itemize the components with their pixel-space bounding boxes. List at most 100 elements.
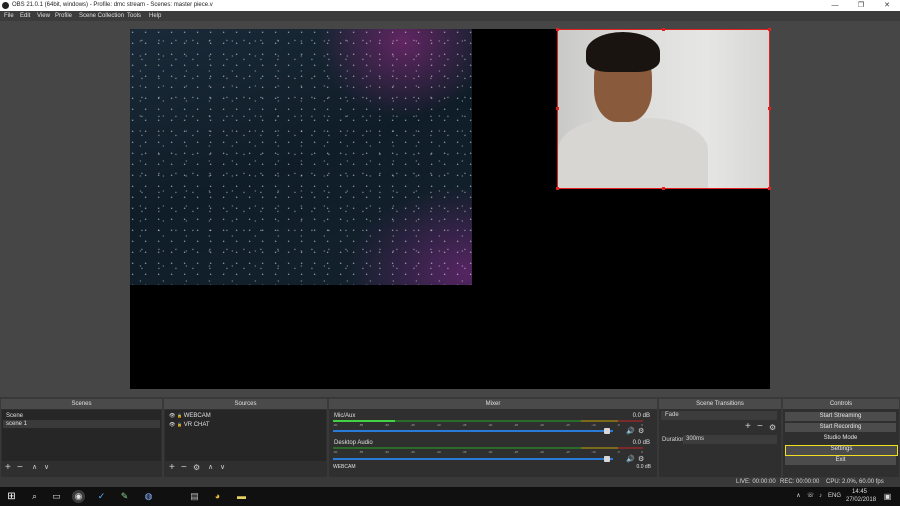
window-title: OBS 21.0.1 (64bit, windows) - Profile: d… (12, 2, 213, 8)
controls-header: Controls (783, 399, 899, 409)
close-button[interactable]: ✕ (874, 0, 900, 11)
mixer-overflow: WEBCAM 0.0 dB (329, 461, 657, 475)
move-source-down-button[interactable]: ∨ (220, 462, 225, 474)
visibility-eye-icon[interactable]: 👁 (169, 413, 175, 419)
volume-slider[interactable] (333, 456, 613, 462)
meter-ticks: -60 -55 -50 -45 -40 -35 -30 -25 -20 -15 -10 -5 0 (333, 450, 643, 454)
remove-source-button[interactable]: − (181, 462, 187, 474)
settings-button[interactable]: Settings (785, 445, 898, 456)
resize-handle[interactable] (768, 107, 771, 110)
menu-help[interactable]: Help (149, 13, 161, 19)
resize-handle[interactable] (768, 28, 771, 31)
vr-chat-source-preview[interactable] (130, 29, 472, 285)
meter-tick-label: -60 (333, 423, 338, 427)
resize-handle[interactable] (556, 107, 559, 110)
remove-transition-button[interactable]: − (757, 421, 763, 433)
transition-properties-gear-icon[interactable]: ⚙ (769, 422, 776, 434)
start-streaming-button[interactable]: Start Streaming (785, 412, 896, 421)
duration-value: 300ms (686, 436, 705, 442)
mute-speaker-icon[interactable]: 🔊 (626, 427, 635, 435)
channel-name: Desktop Audio (334, 440, 373, 446)
cpu-fps: CPU: 2.0%, 60.00 fps (826, 479, 884, 485)
volume-slider[interactable] (333, 428, 613, 434)
meter-tick-label: -40 (436, 423, 441, 427)
folder-taskbar-icon[interactable]: ▬ (235, 490, 248, 503)
title-bar: OBS 21.0.1 (64bit, windows) - Profile: d… (0, 0, 900, 11)
channel-db: 0.0 dB (632, 413, 650, 419)
clock-date[interactable]: 27/02/2018 (846, 497, 876, 503)
add-scene-button[interactable]: + (5, 462, 11, 474)
remove-scene-button[interactable]: − (17, 462, 23, 474)
mixer-channels: Mic/Aux 0.0 dB -60 -55 -50 -45 -40 -35 -30 -25-… (330, 410, 656, 463)
volume-meter (333, 447, 643, 449)
start-recording-button[interactable]: Start Recording (785, 423, 896, 432)
meter-tick-label: -20 (539, 450, 544, 454)
windows-taskbar: ⊞ ⌕ ▭ ◉ ✓ ✎ ◍ ▤ ◕ ▬ ∧ ☏ ♪ ENG 14:45 27/0… (0, 487, 900, 506)
add-transition-button[interactable]: + (745, 421, 751, 433)
scenes-list: Scene scene 1 (2, 410, 161, 461)
duration-input[interactable]: 300ms (683, 435, 777, 444)
windows-start-icon[interactable]: ⊞ (5, 490, 18, 503)
task-view-icon[interactable]: ▭ (50, 490, 63, 503)
resize-handle[interactable] (556, 28, 559, 31)
transition-selected-value: Fade (665, 412, 679, 418)
exit-button[interactable]: Exit (785, 456, 896, 465)
meter-tick-label: -50 (384, 423, 389, 427)
menu-view[interactable]: View (37, 13, 50, 19)
resize-handle[interactable] (662, 187, 665, 190)
transitions-header: Scene Transitions (659, 399, 781, 409)
move-scene-down-button[interactable]: ∨ (44, 462, 49, 474)
obs-logo-icon (2, 2, 9, 9)
scenes-header: Scenes (1, 399, 162, 409)
lock-icon[interactable]: 🔒 (177, 422, 182, 427)
meter-tick-label: -60 (333, 450, 338, 454)
steam-taskbar-icon[interactable]: ✓ (95, 490, 108, 503)
transition-select[interactable]: Fade (661, 411, 777, 420)
clock-time[interactable]: 14:45 (852, 489, 867, 495)
resize-handle[interactable] (768, 187, 771, 190)
source-label: WEBCAM (183, 413, 211, 419)
channel-db: 0.0 dB (636, 464, 651, 470)
language-indicator[interactable]: ENG (828, 493, 841, 499)
scene-item-selected[interactable]: scene 1 (3, 420, 160, 428)
source-item-webcam[interactable]: 👁 🔒 WEBCAM (166, 412, 325, 420)
menu-edit[interactable]: Edit (20, 13, 30, 19)
volume-slider-handle[interactable] (604, 428, 611, 434)
app-taskbar-icon[interactable]: ✎ (118, 490, 131, 503)
studio-mode-button[interactable]: Studio Mode (785, 434, 896, 443)
scene-item[interactable]: Scene (3, 412, 160, 420)
scenes-toolbar: + − ∧ ∨ (1, 461, 162, 475)
search-icon[interactable]: ⌕ (28, 490, 41, 503)
meter-tick-label: -10 (591, 450, 596, 454)
channel-settings-gear-icon[interactable]: ⚙ (638, 427, 644, 435)
resize-handle[interactable] (556, 187, 559, 190)
app-taskbar-icon[interactable]: ◍ (142, 490, 155, 503)
visibility-eye-icon[interactable]: 👁 (169, 422, 175, 428)
resize-handle[interactable] (662, 28, 665, 31)
source-item-vr-chat[interactable]: 👁 🔒 VR CHAT (166, 421, 325, 429)
menu-profile[interactable]: Profile (55, 13, 72, 19)
move-source-up-button[interactable]: ∧ (208, 462, 213, 474)
move-scene-up-button[interactable]: ∧ (32, 462, 37, 474)
menu-tools[interactable]: Tools (127, 13, 141, 19)
chrome-taskbar-icon[interactable]: ◕ (211, 490, 224, 503)
meter-tick-label: -5 (617, 423, 620, 427)
obs-taskbar-icon[interactable]: ◉ (72, 490, 85, 503)
file-explorer-taskbar-icon[interactable]: ▤ (188, 490, 201, 503)
meter-tick-label: -55 (358, 450, 364, 454)
source-properties-gear-icon[interactable]: ⚙ (193, 462, 200, 474)
lock-icon[interactable]: 🔒 (177, 413, 182, 418)
menu-scene-collection[interactable]: Scene Collection (79, 13, 124, 19)
maximize-button[interactable]: ❐ (848, 0, 874, 11)
meter-tick-label: -20 (539, 423, 544, 427)
source-label: VR CHAT (183, 422, 210, 428)
menu-file[interactable]: File (4, 13, 14, 19)
status-bar: LIVE: 00:00:00 REC: 00:00:00 CPU: 2.0%, … (0, 477, 900, 487)
notifications-icon[interactable]: ▣ (881, 490, 894, 503)
minimize-button[interactable]: — (822, 0, 848, 11)
channel-name: Mic/Aux (334, 413, 356, 419)
meter-tick-label: -35 (462, 450, 467, 454)
webcam-source-preview[interactable] (557, 29, 770, 189)
volume-icon[interactable]: ♪ (814, 490, 827, 503)
add-source-button[interactable]: + (169, 462, 175, 474)
